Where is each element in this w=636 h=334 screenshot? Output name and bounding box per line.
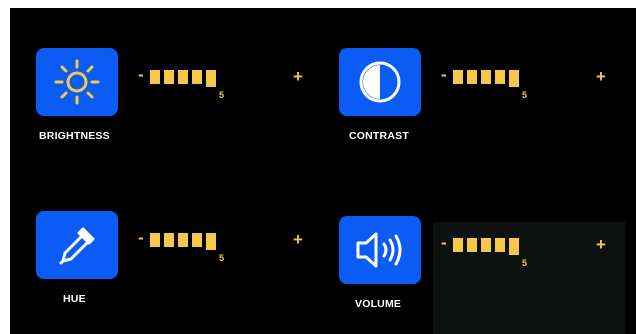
level-bar bbox=[467, 238, 477, 252]
app-stage: BRIGHTNESS - 5 + CONTRAST - 5 + HUE - 5 … bbox=[0, 0, 636, 334]
contrast-level-value: 5 bbox=[522, 90, 528, 100]
sun-icon bbox=[54, 59, 100, 105]
level-bar bbox=[150, 70, 160, 84]
level-bar bbox=[495, 238, 505, 252]
level-bar bbox=[453, 238, 463, 252]
contrast-decrease-button[interactable]: - bbox=[441, 66, 447, 83]
contrast-icon-button[interactable] bbox=[339, 48, 421, 116]
hue-level-bars bbox=[150, 233, 216, 250]
brightness-increase-button[interactable]: + bbox=[293, 68, 303, 85]
brightness-level-value: 5 bbox=[219, 90, 225, 100]
hue-decrease-button[interactable]: - bbox=[138, 229, 144, 246]
hue-label: HUE bbox=[63, 293, 86, 305]
hue-increase-button[interactable]: + bbox=[293, 231, 303, 248]
eyedropper-icon bbox=[59, 227, 95, 265]
volume-level-value: 5 bbox=[522, 258, 528, 268]
volume-level-bars bbox=[453, 238, 519, 255]
level-bar bbox=[192, 233, 202, 247]
level-bar bbox=[178, 70, 188, 84]
volume-decrease-button[interactable]: - bbox=[441, 234, 447, 251]
hue-icon-button[interactable] bbox=[36, 211, 118, 279]
level-bar bbox=[150, 233, 160, 247]
level-bar bbox=[164, 233, 174, 247]
level-bar bbox=[164, 70, 174, 84]
brightness-decrease-button[interactable]: - bbox=[138, 66, 144, 83]
level-bar bbox=[509, 70, 519, 87]
brightness-icon-button[interactable] bbox=[36, 48, 118, 116]
contrast-label: CONTRAST bbox=[349, 130, 409, 142]
setting-brightness: BRIGHTNESS - 5 + bbox=[36, 48, 326, 158]
hue-level-value: 5 bbox=[219, 253, 225, 263]
level-bar bbox=[467, 70, 477, 84]
level-bar bbox=[206, 233, 216, 250]
level-bar bbox=[453, 70, 463, 84]
level-bar bbox=[178, 233, 188, 247]
contrast-icon bbox=[359, 61, 401, 103]
level-bar bbox=[481, 238, 491, 252]
setting-contrast: CONTRAST - 5 + bbox=[339, 48, 629, 158]
setting-volume: VOLUME - 5 + bbox=[339, 216, 629, 326]
contrast-level-bars bbox=[453, 70, 519, 87]
volume-label: VOLUME bbox=[355, 298, 402, 310]
setting-hue: HUE - 5 + bbox=[36, 211, 326, 321]
level-bar bbox=[206, 70, 216, 87]
volume-increase-button[interactable]: + bbox=[596, 236, 606, 253]
volume-icon-button[interactable] bbox=[339, 216, 421, 284]
speaker-icon bbox=[356, 232, 402, 268]
brightness-level-bars bbox=[150, 70, 216, 87]
level-bar bbox=[192, 70, 202, 84]
level-bar bbox=[509, 238, 519, 255]
contrast-increase-button[interactable]: + bbox=[596, 68, 606, 85]
level-bar bbox=[495, 70, 505, 84]
level-bar bbox=[481, 70, 491, 84]
brightness-label: BRIGHTNESS bbox=[39, 130, 110, 142]
